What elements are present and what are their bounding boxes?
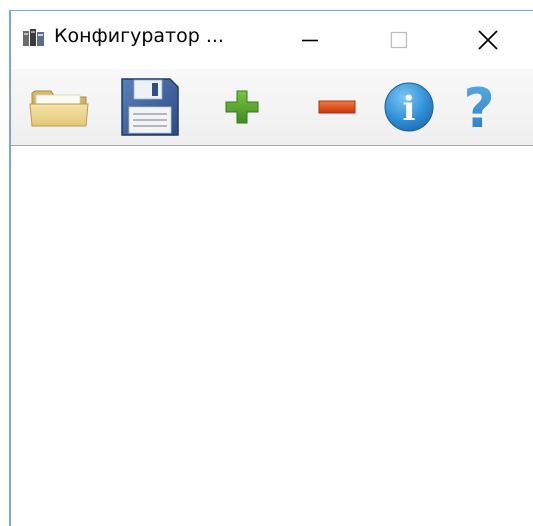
help-button[interactable]: ? xyxy=(451,75,507,139)
close-button[interactable] xyxy=(452,11,524,69)
maximize-button[interactable] xyxy=(363,11,435,69)
add-button[interactable] xyxy=(214,75,270,139)
app-icon xyxy=(23,29,44,46)
toolbar: i ? xyxy=(11,69,533,146)
open-folder-icon xyxy=(29,90,89,127)
main-content-area[interactable] xyxy=(11,146,533,526)
remove-button[interactable] xyxy=(309,75,365,139)
app-window: Конфигуратор ... i ? xyxy=(9,10,533,526)
help-glyph: ? xyxy=(463,79,494,135)
open-button[interactable] xyxy=(25,75,95,139)
minimize-icon xyxy=(302,39,318,42)
info-glyph: i xyxy=(403,89,416,129)
floppy-disk-icon xyxy=(121,78,179,136)
plus-icon xyxy=(225,90,259,124)
title-bar[interactable]: Конфигуратор ... xyxy=(11,11,533,69)
info-icon: i xyxy=(384,82,434,132)
window-title: Конфигуратор ... xyxy=(54,25,224,47)
close-icon xyxy=(478,30,498,50)
question-mark-icon: ? xyxy=(463,79,494,135)
minus-icon xyxy=(318,100,356,114)
info-button[interactable]: i xyxy=(379,75,439,139)
save-button[interactable] xyxy=(115,75,185,139)
minimize-button[interactable] xyxy=(274,11,346,69)
maximize-icon xyxy=(390,31,408,49)
